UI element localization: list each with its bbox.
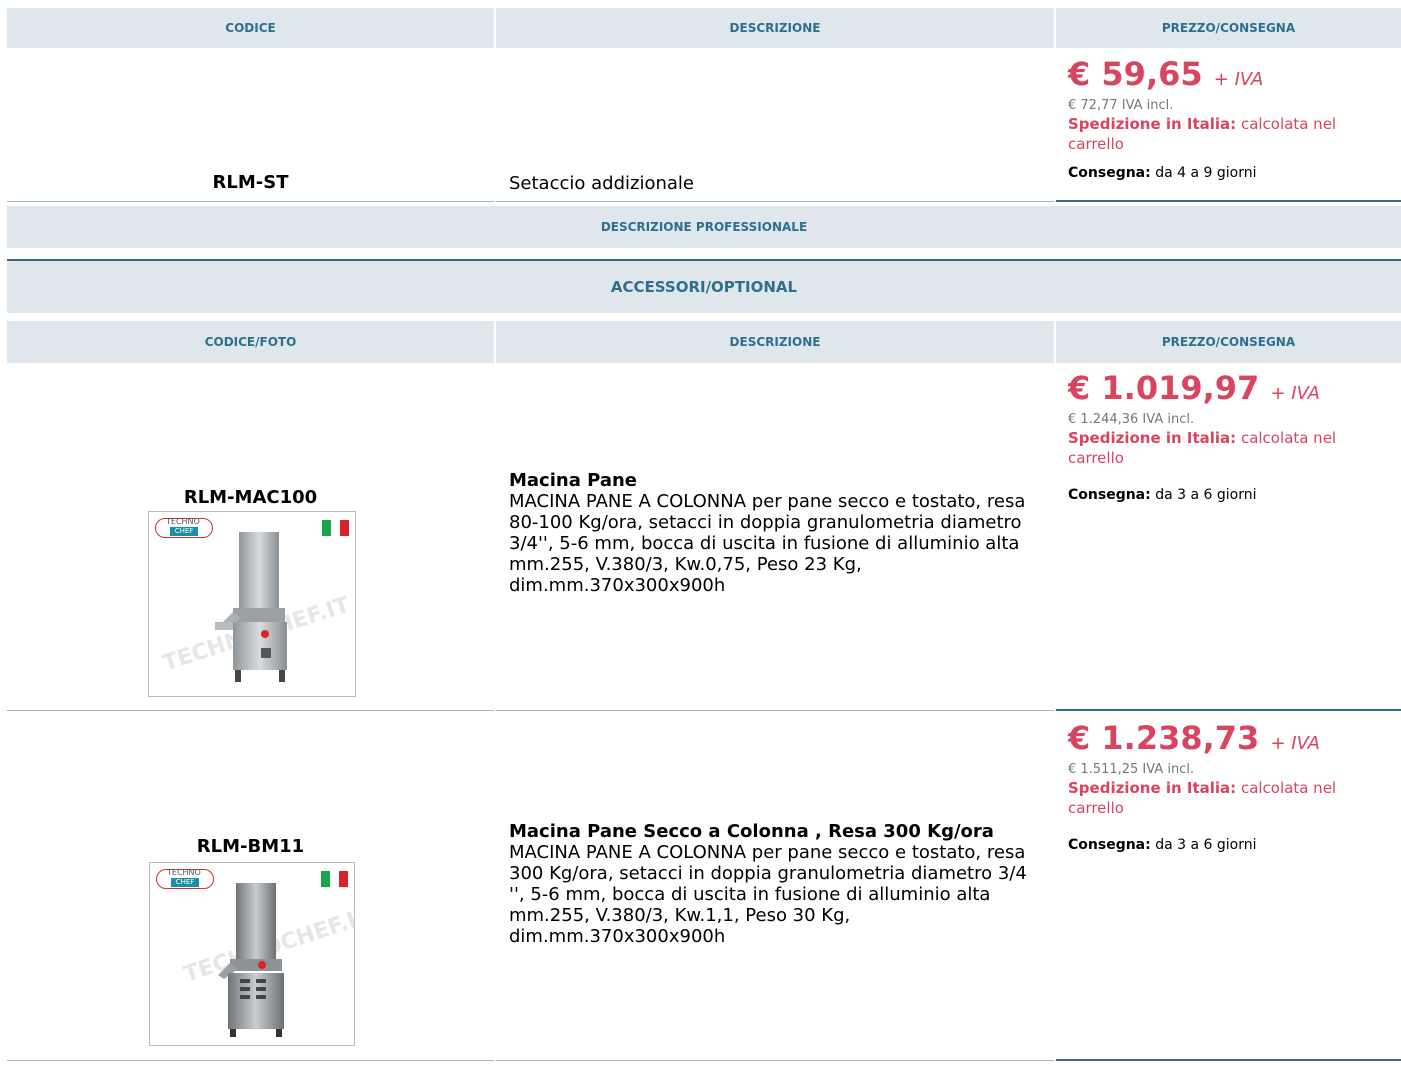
- accessory-description: Macina Pane Secco a Colonna , Resa 300 K…: [509, 821, 1039, 947]
- accessory-description: Macina Pane MACINA PANE A COLONNA per pa…: [509, 470, 1039, 596]
- shipping-info: Spedizione in Italia: calcolata nel carr…: [1068, 115, 1337, 153]
- row-divider: [1056, 1059, 1401, 1061]
- delivery-info: Consegna: da 4 a 9 giorni: [1068, 165, 1257, 181]
- col-header-codice-foto: CODICE/FOTO: [7, 321, 494, 363]
- row-divider: [1056, 709, 1401, 711]
- price-block: € 1.019,97 + IVA € 1.244,36 IVA incl. Sp…: [1068, 370, 1388, 504]
- accessory-title: Macina Pane Secco a Colonna , Resa 300 K…: [509, 821, 994, 842]
- row-divider: [1056, 200, 1401, 202]
- row-divider: [7, 710, 494, 711]
- product-photo[interactable]: TECHNOCHEF TECHNOCHEF.IT: [149, 862, 355, 1046]
- price: € 1.019,97 + IVA: [1068, 369, 1320, 407]
- price: € 1.238,73 + IVA: [1068, 719, 1320, 757]
- accessory-description-text: MACINA PANE A COLONNA per pane secco e t…: [509, 842, 1027, 947]
- row-divider: [496, 710, 1054, 711]
- price-iva-incl: € 72,77 IVA incl.: [1068, 98, 1174, 113]
- accessories-title: ACCESSORI/OPTIONAL: [7, 261, 1401, 313]
- price-iva-incl: € 1.244,36 IVA incl.: [1068, 412, 1195, 427]
- accessory-description-text: MACINA PANE A COLONNA per pane secco e t…: [509, 491, 1026, 596]
- price-block: € 1.238,73 + IVA € 1.511,25 IVA incl. Sp…: [1068, 720, 1388, 854]
- row-divider: [496, 201, 1054, 202]
- row-divider: [7, 1060, 494, 1061]
- product-photo[interactable]: TECHNOCHEF TECHNOCHEF.IT: [148, 511, 356, 697]
- professional-description-link[interactable]: DESCRIZIONE PROFESSIONALE: [7, 206, 1401, 248]
- bread-grinder-image: [215, 532, 287, 682]
- col-header-prezzo: PREZZO/CONSEGNA: [1056, 8, 1401, 48]
- accessory-code[interactable]: RLM-BM11: [7, 836, 494, 857]
- price-block: € 59,65 + IVA € 72,77 IVA incl. Spedizio…: [1068, 56, 1388, 182]
- row-divider: [7, 201, 494, 202]
- row-divider: [496, 1060, 1054, 1061]
- delivery-info: Consegna: da 3 a 6 giorni: [1068, 837, 1257, 853]
- product-description: Setaccio addizionale: [509, 173, 694, 194]
- shipping-info: Spedizione in Italia: calcolata nel carr…: [1068, 429, 1337, 467]
- price-iva-incl: € 1.511,25 IVA incl.: [1068, 762, 1195, 777]
- col-header-codice: CODICE: [7, 8, 494, 48]
- accessory-code[interactable]: RLM-MAC100: [7, 487, 494, 508]
- col-header-prezzo: PREZZO/CONSEGNA: [1056, 321, 1401, 363]
- price: € 59,65 + IVA: [1068, 55, 1264, 93]
- product-code: RLM-ST: [212, 172, 289, 193]
- shipping-info: Spedizione in Italia: calcolata nel carr…: [1068, 779, 1337, 817]
- col-header-descrizione: DESCRIZIONE: [496, 8, 1054, 48]
- accessory-title: Macina Pane: [509, 470, 638, 491]
- col-header-descrizione: DESCRIZIONE: [496, 321, 1054, 363]
- delivery-info: Consegna: da 3 a 6 giorni: [1068, 487, 1257, 503]
- bread-grinder-image: [218, 883, 284, 1037]
